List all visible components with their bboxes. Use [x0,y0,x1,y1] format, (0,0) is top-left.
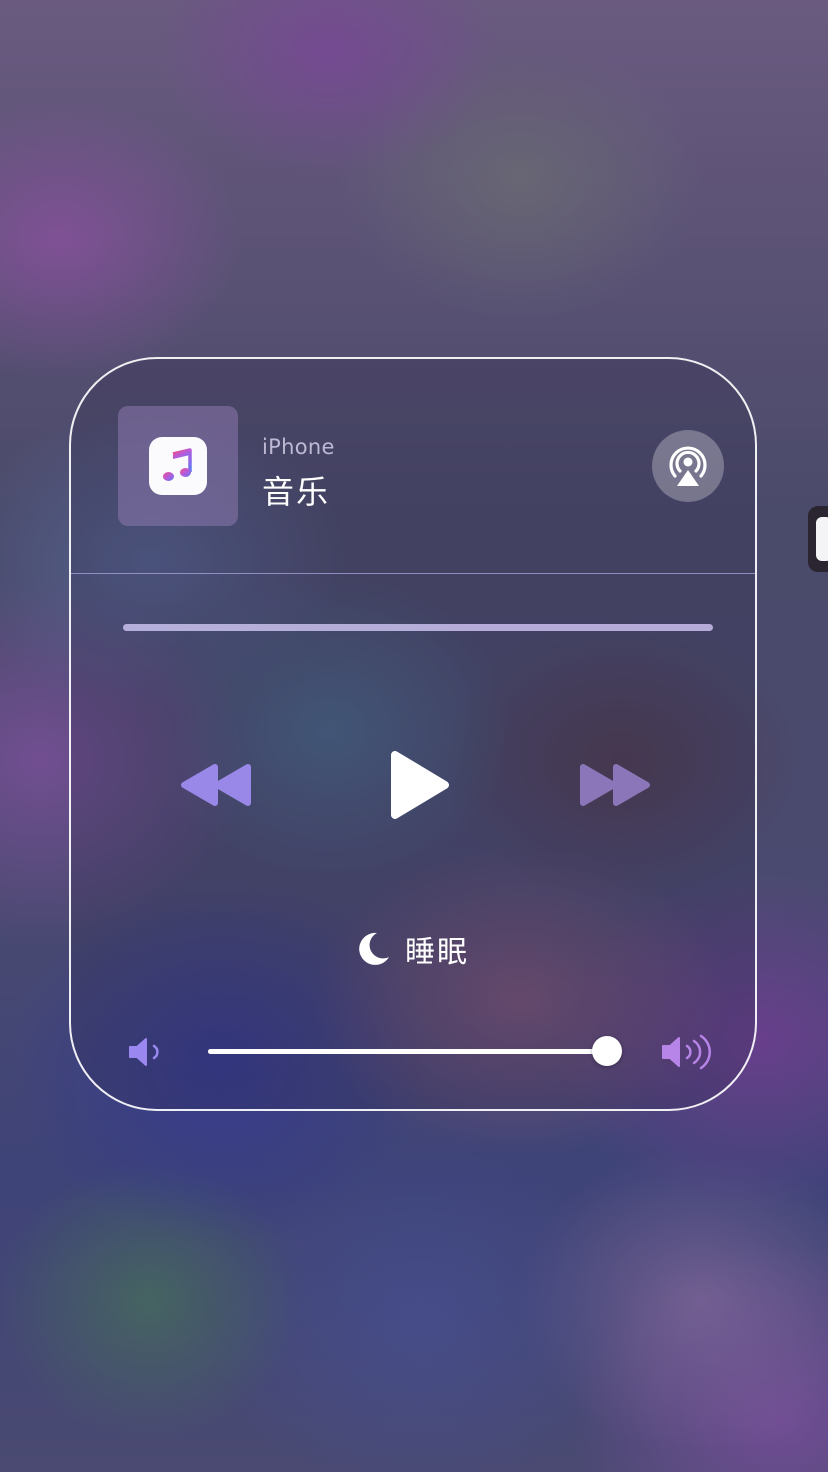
rewind-icon [181,764,251,806]
now-playing-card: iPhone 音乐 睡眠 [69,357,757,1111]
airplay-button[interactable] [652,430,724,502]
moon-icon [359,932,389,965]
play-button[interactable] [385,747,455,823]
now-playing-title: 音乐 [262,473,331,511]
airplay-audio-icon [669,446,707,486]
speaker-low-icon [128,1035,164,1069]
volume-slider[interactable] [208,1036,622,1066]
apple-music-icon [149,437,207,495]
playback-source: iPhone [262,435,335,459]
sleep-timer-label: 睡眠 [405,935,469,970]
offscreen-control-card[interactable] [808,506,828,572]
sleep-timer-button[interactable]: 睡眠 [357,927,469,971]
offscreen-control-card-content [816,517,828,561]
play-icon [391,751,449,819]
volume-slider-fill [208,1049,607,1054]
fast-forward-button[interactable] [576,759,652,811]
rewind-button[interactable] [179,759,255,811]
playback-progress-bar[interactable] [123,624,713,631]
speaker-high-icon [661,1033,713,1071]
album-artwork[interactable] [118,406,238,526]
divider [71,573,755,574]
fast-forward-icon [580,764,650,806]
volume-slider-knob[interactable] [591,1036,622,1066]
